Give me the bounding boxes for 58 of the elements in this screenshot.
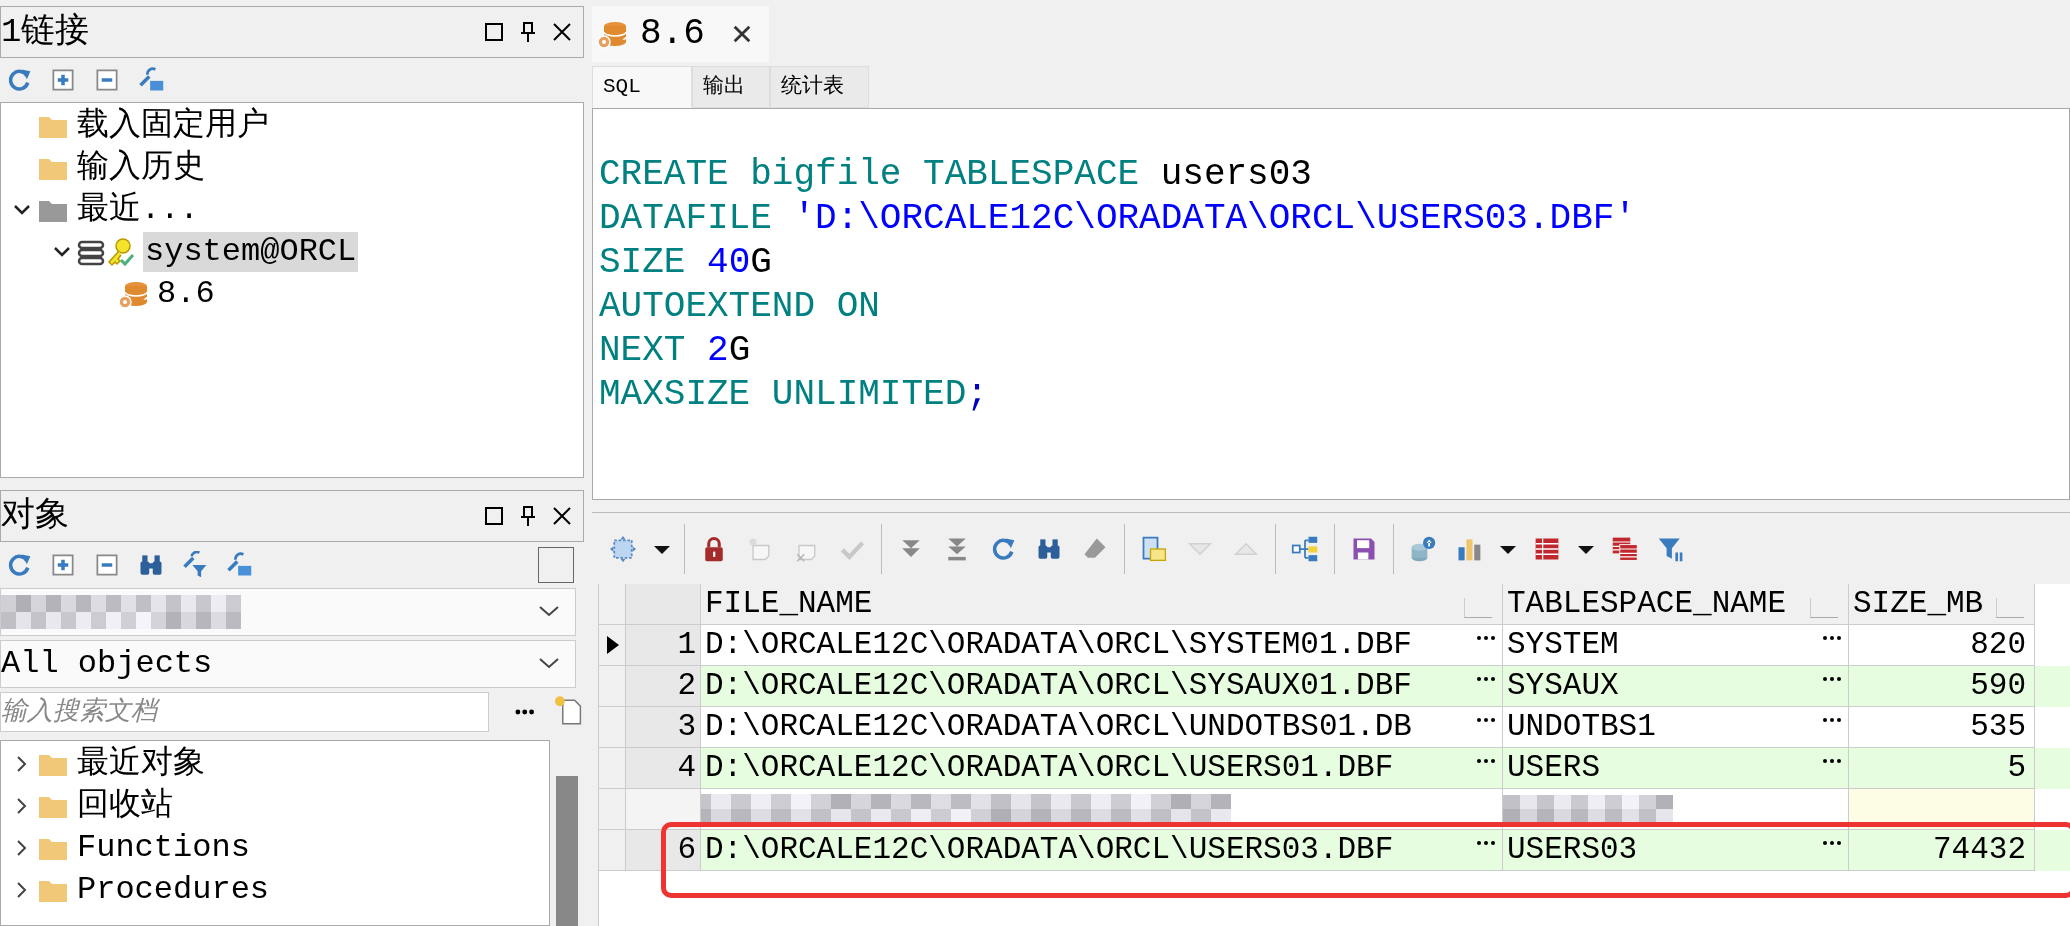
scrollbar-thumb[interactable] [556, 776, 578, 926]
row-indicator-cell[interactable] [599, 789, 626, 830]
object-type-dropdown[interactable]: All objects [0, 640, 576, 688]
tree-item[interactable]: 8.6 [155, 274, 217, 314]
tree-item[interactable]: Functions [75, 828, 252, 868]
code-line: MAXSIZE UNLIMITED; [599, 373, 989, 417]
row-indicator-cell[interactable] [599, 830, 626, 871]
table-cell-text: USERS [1506, 749, 1600, 787]
table-cell-text: 74432 [1932, 831, 2026, 869]
table-cell-text: 535 [1969, 708, 2026, 746]
table-cell-text: SYSTEM [1506, 626, 1619, 664]
table-cell-text: 590 [1969, 667, 2026, 705]
search-field[interactable]: 输入搜索文档 [0, 692, 490, 732]
table-cell-text: UNDOTBS1 [1506, 708, 1656, 746]
table-cell-text: USERS03 [1506, 831, 1638, 869]
maximize-icon[interactable] [483, 505, 505, 527]
tab[interactable]: 统计表 [769, 66, 869, 108]
code-line: CREATE bigfile TABLESPACE users03 [599, 153, 1313, 197]
row-indicator-cell[interactable] [599, 748, 626, 789]
tree-item[interactable]: Procedures [75, 870, 272, 910]
close-icon[interactable] [551, 505, 573, 527]
column-header[interactable]: FILE_NAME [701, 584, 1503, 625]
code-editor[interactable]: CREATE bigfile TABLESPACE users03 DATAFILE 'D:\ORCALE12C\ORADATA\ORCL\USERS03.DBF' SIZE 40G AUTOEXTEND ON NEXT 2G MAXSIZE UNLIMITED; [592, 108, 2070, 500]
table-cell-text: 5 [2006, 749, 2026, 787]
column-header[interactable]: TABLESPACE_NAME [1503, 584, 1849, 625]
column-header[interactable]: SIZE_MB [1849, 584, 2035, 625]
tab[interactable]: SQL [592, 66, 692, 108]
tree-item[interactable]: 最近对象 [75, 744, 207, 784]
tree-item[interactable]: 最近... [75, 190, 201, 230]
code-line: DATAFILE 'D:\ORCALE12C\ORADATA\ORCL\USERS03.DBF' [599, 197, 1637, 241]
code-line: SIZE 40G [599, 241, 773, 285]
maximize-icon[interactable] [483, 21, 505, 43]
table-cell-text: D:\ORCALE12C\ORADATA\ORCL\SYSTEM01.DBF [704, 626, 1412, 664]
row-number: 2 [626, 666, 701, 707]
square-button[interactable] [538, 547, 574, 583]
row-indicator-cell[interactable] [599, 666, 626, 707]
row-number: 4 [626, 748, 701, 789]
row-number: 1 [626, 625, 701, 666]
row-indicator-cell[interactable] [599, 625, 626, 666]
row-indicator-cell[interactable] [599, 707, 626, 748]
table-cell-text: D:\ORCALE12C\ORADATA\ORCL\SYSAUX01.DBF [704, 667, 1412, 705]
table-cell-text: D:\ORCALE12C\ORADATA\ORCL\USERS01.DBF [704, 749, 1394, 787]
code-line: AUTOEXTEND ON [599, 285, 881, 329]
tree-item[interactable]: system@ORCL [143, 232, 359, 272]
tree-item[interactable]: 输入历史 [75, 148, 207, 188]
tree-item[interactable]: 回收站 [75, 786, 175, 826]
code-line: NEXT 2G [599, 329, 752, 373]
table-cell-text: 820 [1969, 626, 2026, 664]
editor-tab[interactable]: 8.6 [592, 6, 769, 62]
row-number: 3 [626, 707, 701, 748]
close-icon[interactable] [551, 21, 573, 43]
table-cell-text: D:\ORCALE12C\ORADATA\ORCL\USERS03.DBF [704, 831, 1394, 869]
table-cell-text: SYSAUX [1506, 667, 1619, 705]
table-cell-text: D:\ORCALE12C\ORADATA\ORCL\UNDOTBS01.DB [704, 708, 1412, 746]
panel-title: 对象 [1, 499, 70, 533]
tree-item[interactable]: 载入固定用户 [75, 106, 271, 146]
tab[interactable]: 输出 [691, 66, 770, 108]
row-number: 6 [626, 830, 701, 871]
